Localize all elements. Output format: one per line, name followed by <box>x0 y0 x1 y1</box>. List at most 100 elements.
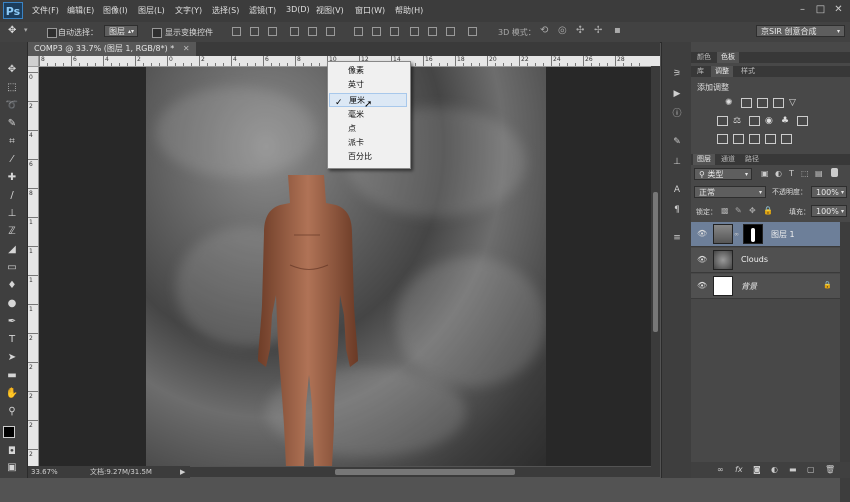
blur-tool-icon[interactable]: ♦ <box>5 280 19 292</box>
tab-swatches[interactable]: 色板 <box>717 52 739 63</box>
units-option-percent[interactable]: 百分比 <box>329 150 407 164</box>
tab-layers[interactable]: 图层 <box>693 154 715 165</box>
healing-tool-icon[interactable]: ✚ <box>5 172 19 184</box>
blend-mode-dropdown[interactable]: 正常 ▾ <box>694 186 766 198</box>
distribute-left-icon[interactable] <box>410 27 419 36</box>
auto-select-checkbox[interactable] <box>47 28 57 38</box>
link-icon[interactable]: ∞ <box>717 465 724 474</box>
align-right-icon[interactable] <box>326 27 335 36</box>
distribute-top-icon[interactable] <box>354 27 363 36</box>
eraser-tool-icon[interactable]: ◢ <box>5 244 19 256</box>
clone-source-panel-icon[interactable]: ⊥ <box>671 156 683 168</box>
menu-filter[interactable]: 滤镜(T) <box>249 5 276 16</box>
horizontal-scroll-thumb[interactable] <box>335 469 515 475</box>
new-layer-icon[interactable]: ▢ <box>807 465 815 474</box>
fill-field[interactable]: 100% ▾ <box>811 205 847 217</box>
vertical-ruler[interactable]: 0 2 4 6 8 1 1 1 1 2 2 2 2 2 <box>28 66 39 466</box>
shape-tool-icon[interactable]: ▬ <box>5 370 19 382</box>
minimize-icon[interactable]: – <box>796 3 809 16</box>
tab-color[interactable]: 颜色 <box>693 52 715 63</box>
ruler-origin[interactable] <box>28 56 39 67</box>
filter-adjustment-icon[interactable]: ◐ <box>775 169 782 178</box>
units-option-millimeters[interactable]: 毫米 <box>329 108 407 122</box>
align-left-icon[interactable] <box>290 27 299 36</box>
lock-transparent-icon[interactable]: ▩ <box>721 206 729 215</box>
3d-roll-icon[interactable]: ◎ <box>558 25 567 36</box>
adjustment-icon[interactable]: ◐ <box>771 465 778 474</box>
distribute-hcenter-icon[interactable] <box>428 27 437 36</box>
exposure-icon[interactable] <box>773 98 784 108</box>
type-tool-icon[interactable]: T <box>5 334 19 346</box>
units-option-centimeters[interactable]: ✓ 厘米 ➚ <box>329 93 407 110</box>
vibrance-icon[interactable]: ▽ <box>789 98 800 108</box>
screen-mode-icon[interactable]: ▣ <box>5 462 19 474</box>
3d-scale-icon[interactable]: ▪ <box>614 25 621 36</box>
3d-slide-icon[interactable]: ✢ <box>594 25 602 36</box>
align-top-icon[interactable] <box>232 27 241 36</box>
auto-select-target-dropdown[interactable]: 图层 ▴▾ <box>104 25 138 37</box>
history-panel-icon[interactable]: ⚞ <box>671 68 683 80</box>
mask-icon[interactable]: ◙ <box>753 465 761 474</box>
distribute-bottom-icon[interactable] <box>390 27 399 36</box>
tab-adjustments[interactable]: 调整 <box>711 66 733 77</box>
move-tool-icon[interactable]: ✥ <box>5 64 19 76</box>
quick-mask-icon[interactable]: ◘ <box>5 446 19 458</box>
paragraph-panel-icon[interactable]: ¶ <box>671 204 683 216</box>
units-option-picas[interactable]: 派卡 <box>329 136 407 150</box>
zoom-level[interactable]: 33.67% <box>31 466 58 478</box>
fx-icon[interactable]: fx <box>735 465 743 474</box>
brightness-icon[interactable]: ✺ <box>725 98 736 108</box>
layer-name[interactable]: 背景 <box>741 281 757 292</box>
menu-layer[interactable]: 图层(L) <box>138 5 165 16</box>
visibility-eye-icon[interactable]: 👁 <box>697 255 707 264</box>
lock-position-icon[interactable]: ✥ <box>749 206 756 215</box>
tab-channels[interactable]: 通道 <box>717 154 739 165</box>
brush-tool-icon[interactable]: / <box>5 190 19 202</box>
move-tool-icon[interactable]: ✥ <box>8 25 16 36</box>
vertical-scroll-thumb[interactable] <box>653 192 658 332</box>
layer-name[interactable]: Clouds <box>741 255 768 264</box>
units-option-points[interactable]: 点 <box>329 122 407 136</box>
layer-row-background[interactable]: 👁 背景 🔒 <box>691 274 840 299</box>
tool-preset-chevron-icon[interactable]: ▾ <box>24 26 28 34</box>
align-hcenter-icon[interactable] <box>308 27 317 36</box>
menu-image[interactable]: 图像(I) <box>103 5 128 16</box>
trash-icon[interactable]: 🗑 <box>825 465 835 474</box>
menu-help[interactable]: 帮助(H) <box>395 5 423 16</box>
gradient-map-icon[interactable] <box>765 134 776 144</box>
3d-drag-icon[interactable]: ✣ <box>576 25 584 36</box>
layers-scrollbar[interactable] <box>840 222 850 502</box>
lock-all-icon[interactable]: 🔒 <box>763 206 773 215</box>
lock-pixels-icon[interactable]: ✎ <box>735 206 742 215</box>
invert-icon[interactable] <box>717 134 728 144</box>
hue-saturation-icon[interactable] <box>717 116 728 126</box>
document-tab[interactable]: COMP3 @ 33.7% (图层 1, RGB/8*) * ✕ <box>28 42 196 56</box>
gradient-tool-icon[interactable]: ▭ <box>5 262 19 274</box>
chain-link-icon[interactable]: ∞ <box>734 231 739 238</box>
selective-color-icon[interactable] <box>781 134 792 144</box>
vertical-scrollbar[interactable] <box>651 66 660 467</box>
layer-row-layer1[interactable]: 👁 ∞ 图层 1 <box>691 222 840 247</box>
menu-view[interactable]: 视图(V) <box>316 5 344 16</box>
filter-type-icon[interactable]: T <box>789 169 794 178</box>
properties-panel-icon[interactable]: ≡ <box>671 232 683 244</box>
dodge-tool-icon[interactable]: ● <box>5 298 19 310</box>
color-lookup-icon[interactable] <box>797 116 808 126</box>
tab-styles[interactable]: 样式 <box>737 66 759 77</box>
visibility-eye-icon[interactable]: 👁 <box>697 229 707 238</box>
menu-type[interactable]: 文字(Y) <box>175 5 202 16</box>
curves-icon[interactable] <box>757 98 768 108</box>
align-bottom-icon[interactable] <box>268 27 277 36</box>
close-tab-icon[interactable]: ✕ <box>183 44 190 53</box>
menu-select[interactable]: 选择(S) <box>212 5 239 16</box>
auto-align-icon[interactable] <box>468 27 477 36</box>
brush-panel-icon[interactable]: ✎ <box>671 136 683 148</box>
units-option-pixels[interactable]: 像素 <box>329 64 407 78</box>
posterize-icon[interactable] <box>733 134 744 144</box>
marquee-tool-icon[interactable]: ⬚ <box>5 82 19 94</box>
crop-tool-icon[interactable]: ⌗ <box>5 136 19 148</box>
layer-filter-kind[interactable]: ⚲ 类型 ▾ <box>694 168 752 180</box>
zoom-tool-icon[interactable]: ⚲ <box>5 406 19 418</box>
black-white-icon[interactable] <box>749 116 760 126</box>
levels-icon[interactable] <box>741 98 752 108</box>
